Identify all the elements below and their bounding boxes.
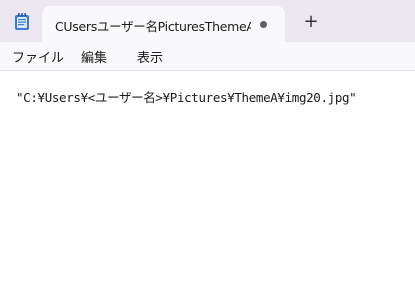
title-bar: CUsersユーザー名PicturesThemeAimg + — [0, 0, 415, 42]
text-editor[interactable]: "C:¥Users¥<ユーザー名>¥Pictures¥ThemeA¥img20.… — [0, 71, 415, 300]
menu-view[interactable]: 表示 — [137, 47, 163, 66]
notepad-icon — [14, 13, 30, 31]
tab-title: CUsersユーザー名PicturesThemeAimg — [55, 19, 251, 34]
menu-file[interactable]: ファイル — [12, 47, 64, 66]
editor-content[interactable]: "C:¥Users¥<ユーザー名>¥Pictures¥ThemeA¥img20.… — [16, 87, 357, 106]
menu-edit[interactable]: 編集 — [81, 47, 107, 66]
menu-bar: ファイル 編集 表示 — [0, 42, 415, 71]
unsaved-dot-icon[interactable] — [260, 21, 267, 28]
document-tab[interactable]: CUsersユーザー名PicturesThemeAimg — [42, 6, 285, 42]
new-tab-button[interactable]: + — [301, 12, 321, 32]
